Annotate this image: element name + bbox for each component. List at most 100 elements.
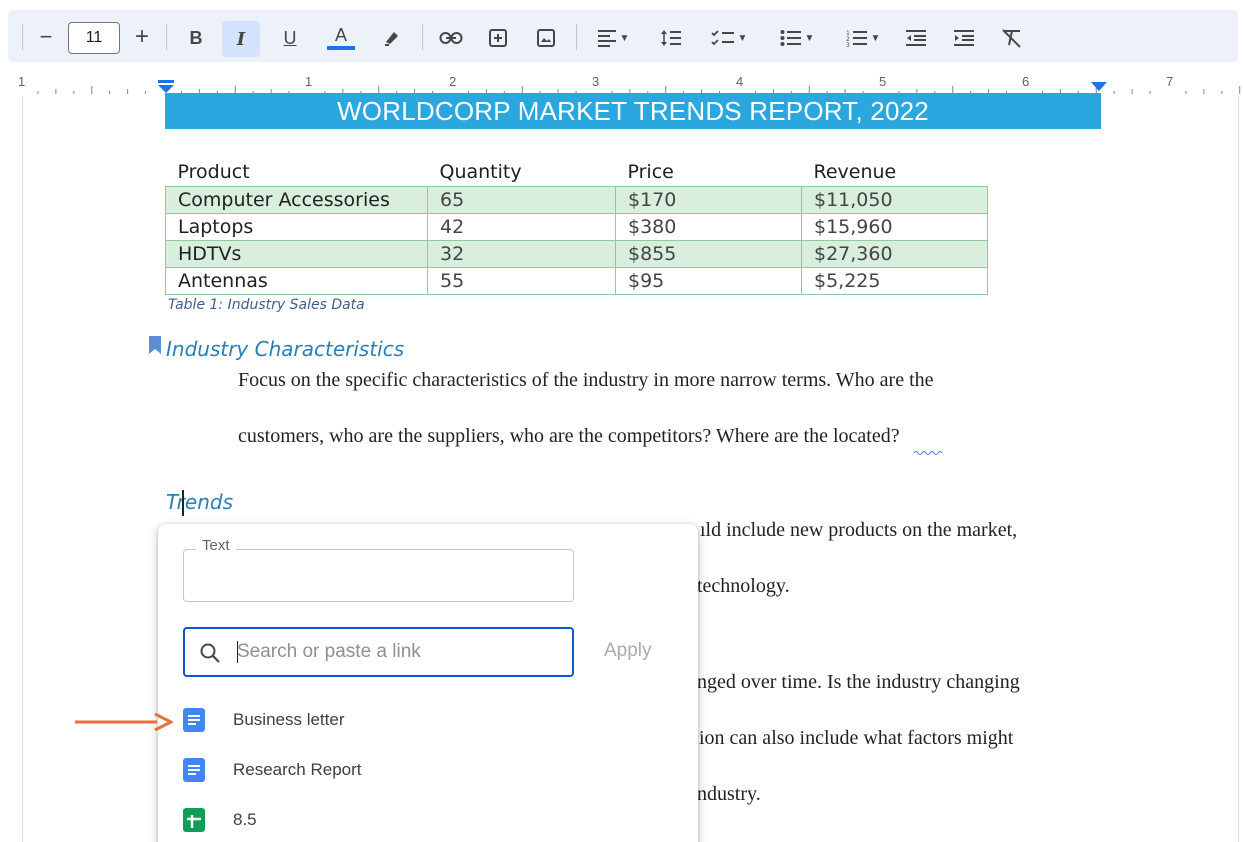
bullet-list-icon: [780, 30, 801, 46]
google-docs-icon: [183, 758, 205, 782]
italic-button[interactable]: I: [222, 21, 260, 57]
google-docs-icon: [183, 708, 205, 732]
annotation-arrow-icon: [75, 712, 173, 732]
numbered-list-icon: 123: [846, 30, 867, 47]
left-indent-marker[interactable]: [157, 80, 175, 94]
numbered-list-dropdown[interactable]: 123 ▼: [838, 24, 888, 52]
ruler-number: 6: [1022, 74, 1030, 89]
link-text-label: Text: [196, 537, 236, 554]
paragraph-line: nged over time. Is the industry changing: [697, 671, 1020, 693]
report-title-banner: WORLDCORP MARKET TRENDS REPORT, 2022: [165, 93, 1101, 129]
link-search-input[interactable]: [237, 639, 557, 665]
toolbar-separator: [576, 24, 577, 50]
table-caption: Table 1: Industry Sales Data: [168, 297, 365, 313]
spellcheck-underline: [914, 451, 943, 455]
apply-button[interactable]: Apply: [604, 640, 652, 662]
link-icon: [439, 32, 463, 44]
increase-indent-icon: [954, 30, 974, 46]
ruler-number: 4: [736, 74, 744, 89]
toolbar-separator: [22, 24, 23, 50]
font-size-input[interactable]: 11: [68, 22, 120, 54]
link-suggestion-label: Research Report: [233, 760, 362, 779]
insert-link-button[interactable]: [436, 24, 466, 52]
ruler-number: 5: [879, 74, 887, 89]
heading-trends: Trends: [166, 490, 233, 514]
clear-formatting-button[interactable]: [998, 24, 1026, 52]
table-cell: $170: [615, 185, 802, 214]
line-spacing-button[interactable]: [656, 24, 686, 52]
table-row: Computer Accessories 65 $170 $11,050: [165, 185, 988, 214]
table-header-cell: Quantity: [439, 160, 522, 183]
right-indent-marker[interactable]: [1090, 80, 1108, 92]
insert-image-button[interactable]: [532, 24, 560, 52]
input-cursor: [237, 641, 238, 663]
add-comment-button[interactable]: [484, 24, 512, 52]
link-suggestion-item[interactable]: 8.5: [158, 796, 698, 842]
chevron-down-icon: ▼: [619, 32, 630, 44]
ruler-number: 7: [1166, 74, 1174, 89]
link-text-field[interactable]: [183, 549, 574, 602]
google-sheets-icon: [183, 808, 205, 832]
underline-button[interactable]: U: [276, 24, 304, 52]
table-header-cell: Price: [627, 160, 674, 183]
table-cell: $15,960: [801, 212, 988, 241]
link-suggestion-label: 8.5: [233, 810, 257, 829]
toolbar-separator: [422, 24, 423, 50]
underline-icon: U: [283, 27, 297, 48]
paragraph-line: ion can also include what factors might: [699, 727, 1014, 749]
bookmark-icon[interactable]: [149, 336, 161, 354]
table-cell: $27,360: [801, 239, 988, 268]
paragraph-line: Focus on the specific characteristics of…: [238, 369, 934, 391]
table-row: Antennas 55 $95 $5,225: [165, 266, 988, 295]
table-cell: 65: [427, 185, 616, 214]
table-cell: HDTVs: [165, 239, 428, 268]
table-header-cell: Product: [177, 160, 250, 183]
sales-data-table: Product Quantity Price Revenue Computer …: [165, 158, 988, 295]
page-right-edge: [1238, 96, 1239, 842]
formatting-toolbar: − 11 + B I U A ▼ ▼ ▼ 1 2 3 ▼: [0, 0, 1243, 72]
table-cell: $380: [615, 212, 802, 241]
link-suggestion-item[interactable]: Business letter: [158, 696, 698, 744]
clear-formatting-icon: [1002, 29, 1021, 48]
table-cell: Computer Accessories: [165, 185, 428, 214]
insert-link-popup: Text Apply Business letter Research Repo…: [158, 524, 698, 842]
text-color-button[interactable]: A: [324, 22, 358, 54]
chevron-down-icon: ▼: [737, 32, 748, 44]
table-header-row: Product Quantity Price Revenue: [166, 158, 988, 186]
checklist-dropdown[interactable]: ▼: [702, 24, 756, 52]
align-dropdown[interactable]: ▼: [590, 24, 636, 52]
decrease-font-size-button[interactable]: −: [34, 24, 58, 50]
link-suggestion-item[interactable]: Research Report: [158, 746, 698, 794]
chevron-down-icon: ▼: [804, 32, 815, 44]
plus-icon: +: [134, 23, 149, 50]
highlight-icon: [385, 32, 398, 46]
decrease-indent-icon: [906, 30, 926, 46]
chevron-down-icon: ▼: [870, 32, 881, 44]
ruler-number: 2: [449, 74, 457, 89]
bold-icon: B: [189, 27, 203, 48]
ruler-number: 1: [18, 74, 26, 89]
table-cell: Laptops: [165, 212, 428, 241]
insert-image-icon: [537, 29, 555, 47]
decrease-indent-button[interactable]: [902, 24, 930, 52]
add-comment-icon: [489, 29, 507, 47]
minus-icon: −: [39, 24, 53, 49]
highlight-button[interactable]: [378, 24, 406, 52]
table-cell: $855: [615, 239, 802, 268]
text-cursor: [182, 490, 184, 516]
heading-industry-characteristics: Industry Characteristics: [166, 337, 405, 361]
bullet-list-dropdown[interactable]: ▼: [772, 24, 822, 52]
table-cell: 32: [427, 239, 616, 268]
page-left-edge: [22, 96, 23, 842]
text-color-icon: A: [334, 25, 347, 45]
table-cell: $5,225: [801, 266, 988, 295]
search-icon: [200, 643, 220, 663]
link-search-field[interactable]: [183, 627, 574, 677]
increase-indent-button[interactable]: [950, 24, 978, 52]
align-left-icon: [597, 30, 616, 47]
paragraph-line: technology.: [697, 575, 790, 597]
table-header-cell: Revenue: [813, 160, 897, 183]
bold-button[interactable]: B: [182, 24, 210, 52]
paragraph-line: ıld include new products on the market,: [700, 519, 1018, 541]
increase-font-size-button[interactable]: +: [130, 23, 154, 50]
